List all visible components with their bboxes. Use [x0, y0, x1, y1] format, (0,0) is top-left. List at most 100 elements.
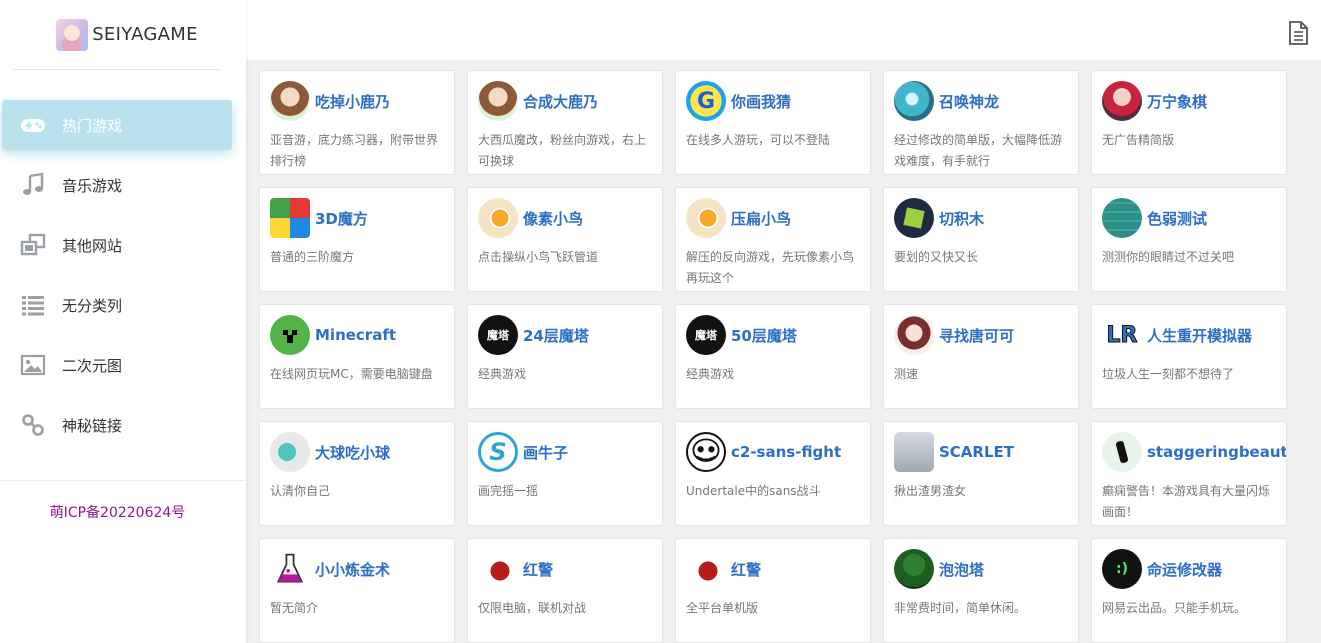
game-card-description: 测速: [894, 367, 919, 381]
game-card-header: 魔塔 50层魔塔: [686, 315, 860, 355]
game-card[interactable]: c2-sans-fight Undertale中的sans战斗: [675, 421, 871, 526]
sidebar-item-anime-images[interactable]: 二次元图: [2, 340, 232, 390]
game-card[interactable]: 像素小鸟点击操纵小鸟飞跃管道: [467, 187, 663, 292]
game-card-title[interactable]: 你画我猜: [731, 91, 791, 112]
game-card-title[interactable]: 泡泡塔: [939, 559, 984, 580]
game-card[interactable]: :) 命运修改器网易云出品。只能手机玩。: [1091, 538, 1287, 643]
game-card[interactable]: staggeringbeauty 癫痫警告！本游戏具有大量闪烁画面！: [1091, 421, 1287, 526]
sidebar-item-hot-games[interactable]: 热门游戏: [2, 100, 232, 150]
pixel-bird-icon: [478, 198, 518, 238]
game-card-title[interactable]: 红警: [731, 559, 761, 580]
game-card-description: 癫痫警告！本游戏具有大量闪烁画面！: [1102, 484, 1271, 519]
game-card-description: Undertale中的sans战斗: [686, 484, 821, 498]
game-card-header: 小小炼金术: [270, 549, 444, 589]
red-alert-icon: [686, 549, 726, 589]
game-card-title[interactable]: Minecraft: [315, 326, 396, 344]
game-card-title[interactable]: c2-sans-fight: [731, 443, 841, 461]
game-card-description: 点击操纵小鸟飞跃管道: [478, 250, 599, 264]
game-card-title[interactable]: 寻找唐可可: [939, 325, 1014, 346]
game-card-title[interactable]: 50层魔塔: [731, 325, 797, 346]
magic-tower-icon: 魔塔: [478, 315, 518, 355]
game-grid: 吃掉小鹿乃亚音游，底力练习器，附带世界排行榜 合成大鹿乃 大西瓜魔改，粉丝向游戏，右…: [259, 70, 1287, 643]
game-card-title[interactable]: 画牛子: [523, 442, 568, 463]
game-card[interactable]: 压扁小鸟解压的反向游戏，先玩像素小鸟再玩这个: [675, 187, 871, 292]
sans-skull-icon: [686, 432, 726, 472]
lr-logo-icon: LR: [1102, 315, 1142, 355]
game-card-description: 仅限电脑，联机对战: [478, 601, 587, 615]
game-card-title[interactable]: 人生重开模拟器: [1147, 325, 1252, 346]
game-card-description: 无广告精简版: [1102, 133, 1175, 147]
game-card-description: 网易云出品。只能手机玩。: [1102, 601, 1247, 615]
game-card[interactable]: 红警 全平台单机版: [675, 538, 871, 643]
sidebar-item-label: 无分类列: [62, 296, 123, 315]
game-card-title[interactable]: 24层魔塔: [523, 325, 589, 346]
game-card[interactable]: 大球吃小球 认清你自己: [259, 421, 455, 526]
game-card[interactable]: 寻找唐可可测速: [883, 304, 1079, 409]
game-card-header: 切积木: [894, 198, 1068, 238]
game-card-title[interactable]: 红警: [523, 559, 553, 580]
game-card-title[interactable]: 小小炼金术: [315, 559, 390, 580]
game-card-title[interactable]: 大球吃小球: [315, 442, 390, 463]
brand-logo-icon: [56, 18, 89, 51]
game-card-header: 压扁小鸟: [686, 198, 860, 238]
sidebar-item-mystery-links[interactable]: 神秘链接: [2, 400, 232, 450]
scarlet-icon: [894, 432, 934, 472]
game-card[interactable]: S 画牛子 画完摇一摇: [467, 421, 663, 526]
sidebar-item-uncategorized[interactable]: 无分类列: [2, 280, 232, 330]
game-card-title[interactable]: 召唤神龙: [939, 91, 999, 112]
game-card-title[interactable]: 合成大鹿乃: [523, 91, 598, 112]
game-card-header: 寻找唐可可: [894, 315, 1068, 355]
game-card-title[interactable]: 命运修改器: [1147, 559, 1222, 580]
game-card-title[interactable]: 3D魔方: [315, 208, 368, 229]
worm-icon: [1102, 432, 1142, 472]
game-card[interactable]: 魔塔 24层魔塔经典游戏: [467, 304, 663, 409]
sidebar-item-music-games[interactable]: 音乐游戏: [2, 160, 232, 210]
game-card[interactable]: LR 人生重开模拟器 垃圾人生一刻都不想待了: [1091, 304, 1287, 409]
list-icon: [20, 292, 46, 318]
link-icon: [20, 412, 46, 438]
game-card[interactable]: 吃掉小鹿乃亚音游，底力练习器，附带世界排行榜: [259, 70, 455, 175]
game-card[interactable]: 色弱测试测测你的眼睛过不过关吧: [1091, 187, 1287, 292]
game-card[interactable]: 切积木 要划的又快又长: [883, 187, 1079, 292]
game-card[interactable]: SCARLET 揪出渣男渣女: [883, 421, 1079, 526]
game-card[interactable]: 万宁象棋无广告精简版: [1091, 70, 1287, 175]
sidebar-divider: [0, 480, 246, 481]
sidebar-item-label: 神秘链接: [62, 416, 123, 435]
game-card[interactable]: 红警仅限电脑，联机对战: [467, 538, 663, 643]
icp-link[interactable]: 萌ICP备20220624号: [0, 502, 235, 522]
game-card-title[interactable]: 吃掉小鹿乃: [315, 91, 390, 112]
sidebar: SEIYAGAME 热门游戏 音乐游戏 其他网站 无分类列 二次元图 神秘链接 …: [0, 0, 246, 643]
game-card[interactable]: 小小炼金术 暂无简介: [259, 538, 455, 643]
game-card[interactable]: G 你画我猜 在线多人游玩，可以不登陆: [675, 70, 871, 175]
game-card-title[interactable]: 万宁象棋: [1147, 91, 1207, 112]
game-card[interactable]: Minecraft 在线网页玩MC，需要电脑键盘: [259, 304, 455, 409]
game-card-header: SCARLET: [894, 432, 1068, 472]
game-card[interactable]: 3D魔方 普通的三阶魔方: [259, 187, 455, 292]
game-card-title[interactable]: staggeringbeauty: [1147, 443, 1286, 461]
girl-avatar-icon: [478, 81, 518, 121]
game-card-description: 揪出渣男渣女: [894, 484, 967, 498]
sidebar-item-other-sites[interactable]: 其他网站: [2, 220, 232, 270]
game-card-header: 合成大鹿乃: [478, 81, 652, 121]
game-card-description: 亚音游，底力练习器，附带世界排行榜: [270, 133, 439, 168]
game-card-header: 泡泡塔: [894, 549, 1068, 589]
game-card[interactable]: 泡泡塔 非常费时间，简单休闲。: [883, 538, 1079, 643]
game-card[interactable]: 召唤神龙 经过修改的简单版，大幅降低游戏难度，有手就行: [883, 70, 1079, 175]
grid-icon: [1102, 198, 1142, 238]
game-card[interactable]: 魔塔 50层魔塔 经典游戏: [675, 304, 871, 409]
game-card-title[interactable]: SCARLET: [939, 443, 1014, 461]
game-card[interactable]: 合成大鹿乃 大西瓜魔改，粉丝向游戏，右上可换球: [467, 70, 663, 175]
game-card-title[interactable]: 切积木: [939, 208, 984, 229]
game-card-description: 经典游戏: [478, 367, 527, 381]
game-card-header: G 你画我猜: [686, 81, 860, 121]
game-card-header: Minecraft: [270, 315, 444, 355]
game-card-description: 解压的反向游戏，先玩像素小鸟再玩这个: [686, 250, 855, 285]
smiley-icon: :): [1102, 549, 1142, 589]
game-card-description: 测测你的眼睛过不过关吧: [1102, 250, 1235, 264]
game-card-title[interactable]: 色弱测试: [1147, 208, 1207, 229]
document-icon[interactable]: [1287, 21, 1309, 45]
game-card-title[interactable]: 像素小鸟: [523, 208, 583, 229]
brand[interactable]: SEIYAGAME: [13, 0, 221, 70]
game-card-header: 万宁象棋: [1102, 81, 1276, 121]
game-card-title[interactable]: 压扁小鸟: [731, 208, 791, 229]
